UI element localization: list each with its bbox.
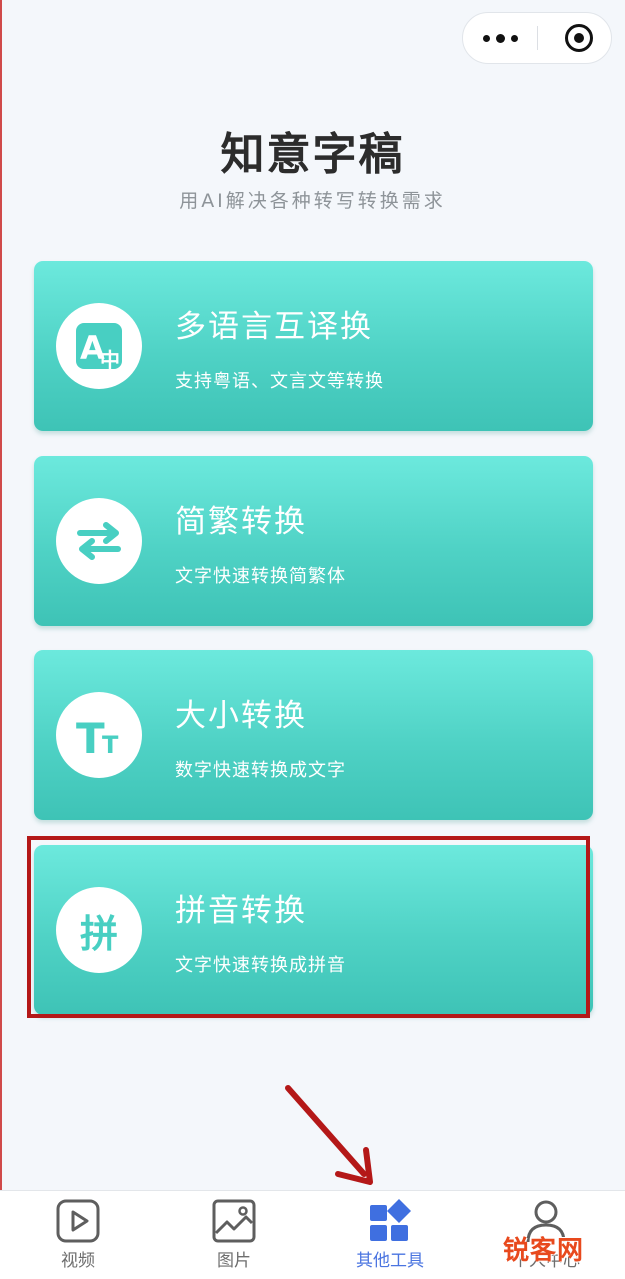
more-dots-icon[interactable]	[463, 13, 537, 63]
highlight-box	[27, 836, 590, 1018]
tab-label: 其他工具	[356, 1251, 424, 1271]
card-description: 文字快速转换简繁体	[175, 566, 346, 587]
card-title: 多语言互译换	[175, 309, 373, 345]
text-size-icon: T T	[56, 692, 142, 778]
page-subtitle: 用AI解决各种转写转换需求	[179, 190, 446, 212]
tab-label: 图片	[217, 1251, 251, 1271]
card-translate[interactable]: A 中 多语言互译换 支持粤语、文言文等转换	[34, 261, 593, 431]
card-description: 数字快速转换成文字	[175, 760, 346, 781]
image-icon	[212, 1199, 256, 1243]
svg-text:T: T	[102, 731, 119, 757]
card-traditional-simplified[interactable]: 简繁转换 文字快速转换简繁体	[34, 456, 593, 626]
card-case-convert[interactable]: T T 大小转换 数字快速转换成文字	[34, 650, 593, 820]
close-target-icon[interactable]	[565, 24, 593, 52]
tab-video[interactable]: 视频	[0, 1191, 156, 1279]
watermark: 锐客网	[503, 1236, 585, 1266]
svg-text:中: 中	[100, 348, 120, 371]
tab-image[interactable]: 图片	[156, 1191, 312, 1279]
svg-text:T: T	[76, 714, 105, 757]
capsule-menu	[462, 12, 612, 64]
tools-grid-icon	[370, 1199, 411, 1241]
swap-arrows-icon	[56, 498, 142, 584]
page-title: 知意字稿	[220, 129, 405, 180]
video-icon	[56, 1199, 100, 1243]
card-title: 大小转换	[175, 698, 307, 734]
tab-label: 视频	[61, 1251, 95, 1271]
translate-icon: A 中	[56, 303, 142, 389]
annotation-arrow-icon	[285, 1085, 373, 1185]
card-title: 简繁转换	[175, 504, 307, 540]
tab-other-tools[interactable]: 其他工具	[312, 1191, 468, 1279]
card-description: 支持粤语、文言文等转换	[175, 371, 384, 392]
capsule-divider	[537, 26, 538, 50]
